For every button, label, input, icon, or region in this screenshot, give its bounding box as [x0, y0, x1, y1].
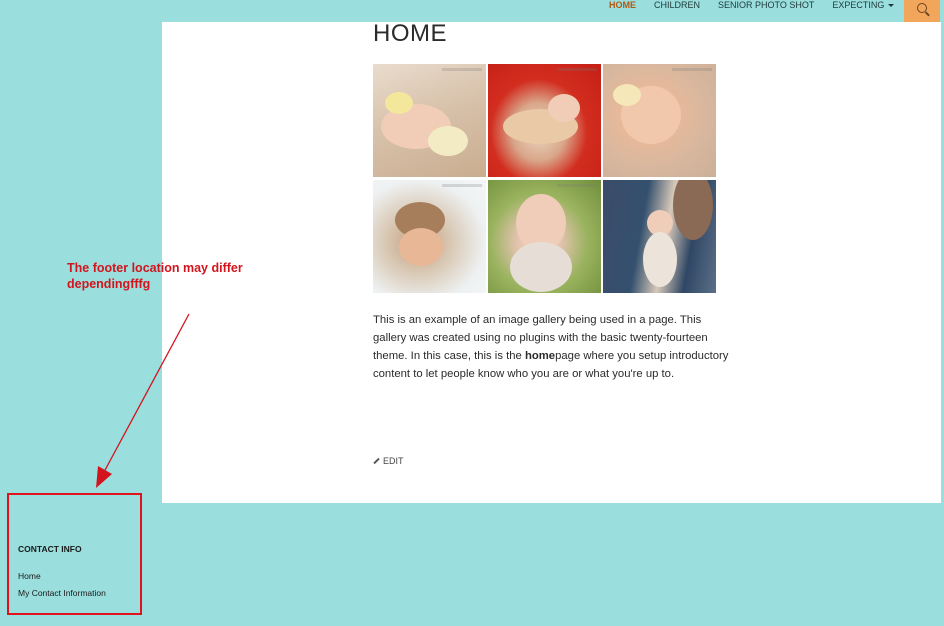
nav-item-home[interactable]: HOME — [600, 0, 645, 10]
image-gallery — [373, 64, 719, 293]
photo-watermark — [442, 184, 482, 187]
gallery-photo-5[interactable] — [488, 180, 601, 293]
blanket-shape — [428, 126, 468, 156]
footer-link-home[interactable]: Home — [18, 571, 41, 581]
parent-figure-shape — [673, 180, 713, 240]
photo-watermark — [442, 68, 482, 71]
pencil-icon — [373, 457, 380, 465]
photo-watermark — [557, 184, 597, 187]
nav-item-children[interactable]: CHILDREN — [645, 0, 709, 10]
gallery-photo-4[interactable] — [373, 180, 486, 293]
nav-item-senior-photo-shot[interactable]: SENIOR PHOTO SHOT — [709, 0, 823, 10]
page-title: HOME — [373, 20, 447, 47]
photo-watermark — [557, 68, 597, 71]
search-toggle-button[interactable] — [904, 0, 940, 22]
footer-link-contact-information[interactable]: My Contact Information — [18, 588, 106, 598]
gallery-photo-2[interactable] — [488, 64, 601, 177]
gallery-photo-1[interactable] — [373, 64, 486, 177]
photo-watermark — [672, 68, 712, 71]
nav-item-expecting-label: EXPECTING — [832, 0, 885, 10]
search-icon — [917, 3, 927, 13]
bow-shape — [385, 92, 413, 114]
description-bold-word: home — [524, 350, 556, 362]
gallery-photo-6[interactable] — [603, 180, 716, 293]
bow-shape — [613, 84, 641, 106]
caret-down-icon — [888, 4, 895, 8]
baby-head-shape — [548, 94, 580, 122]
dress-shape — [510, 242, 572, 292]
edit-link[interactable]: EDIT — [373, 456, 404, 466]
primary-navigation: HOME CHILDREN SENIOR PHOTO SHOT EXPECTIN… — [600, 0, 903, 22]
dress-shape — [643, 232, 677, 287]
footer-widget-title: CONTACT INFO — [18, 544, 82, 554]
footer-contact-widget: CONTACT INFO Home My Contact Information — [7, 493, 142, 615]
annotation-text: The footer location may differ depending… — [67, 261, 243, 291]
nav-item-expecting[interactable]: EXPECTING — [823, 0, 903, 10]
baby-face-shape — [399, 228, 443, 266]
gallery-photo-3[interactable] — [603, 64, 716, 177]
page-description: This is an example of an image gallery b… — [373, 311, 733, 383]
edit-label: EDIT — [383, 456, 404, 466]
